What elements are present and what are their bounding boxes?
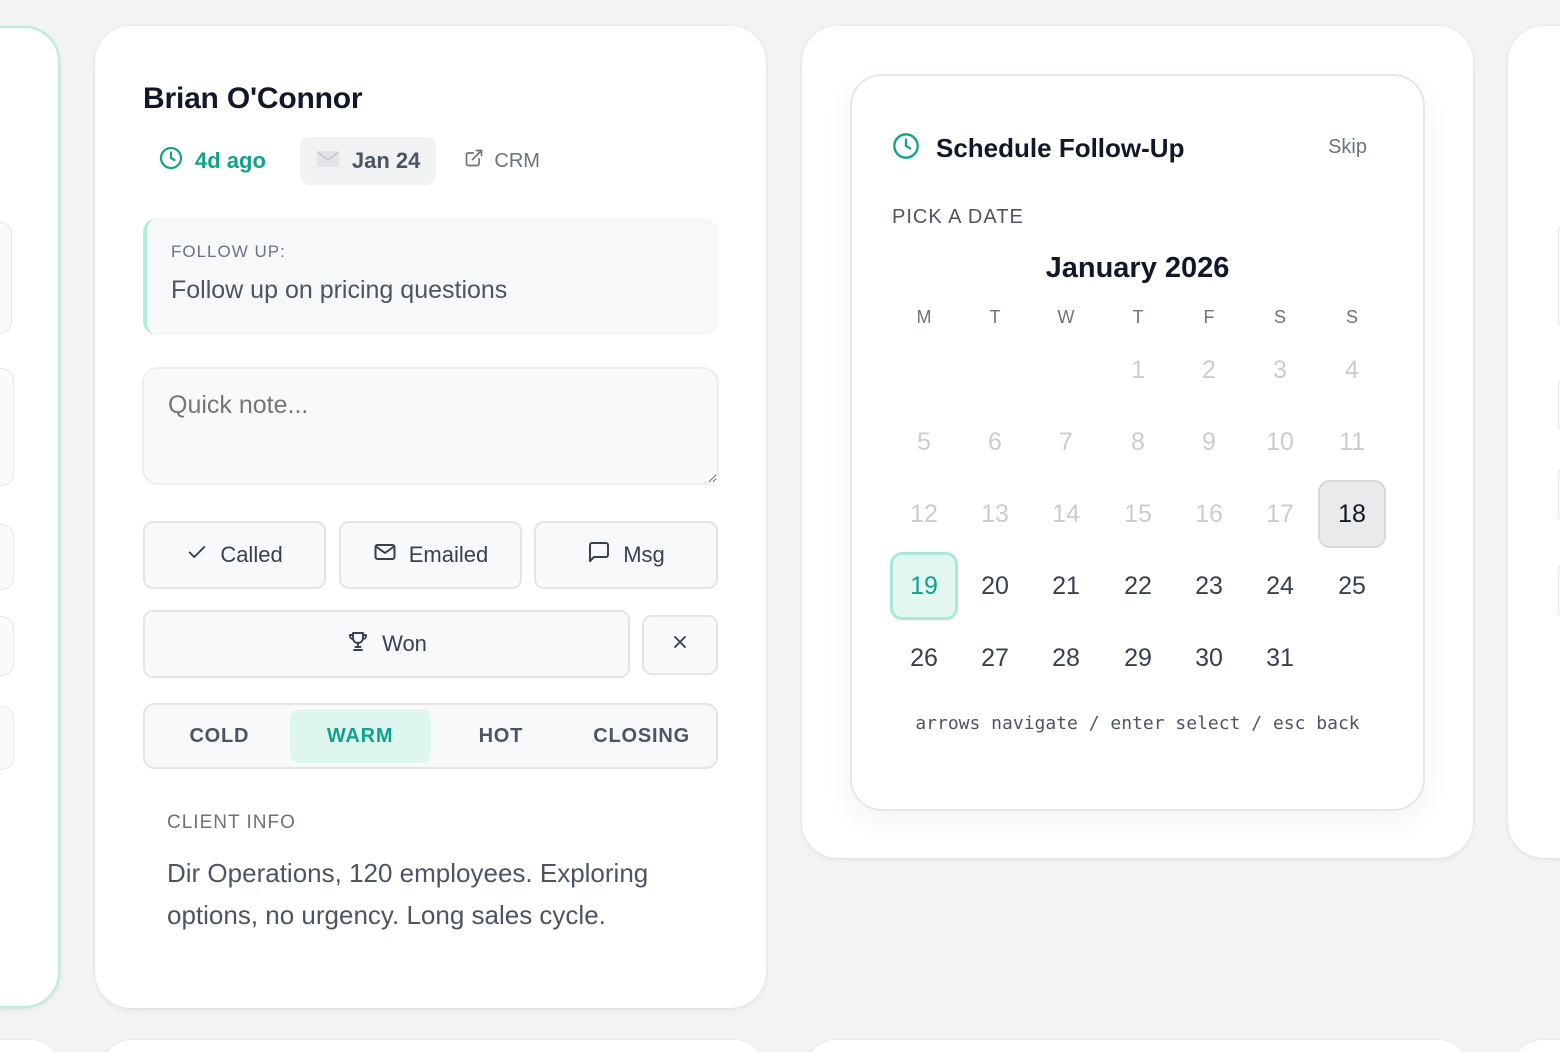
ghost-block <box>0 524 14 590</box>
calendar-day: 16 <box>1195 499 1223 528</box>
msg-button[interactable]: Msg <box>534 521 718 589</box>
calendar-day: 7 <box>1059 427 1073 456</box>
popover-title: Schedule Follow-Up <box>936 133 1185 163</box>
calendar-day[interactable]: 23 <box>1175 552 1243 620</box>
calendar-day: 17 <box>1266 499 1294 528</box>
follow-up-label: FOLLOW UP: <box>171 242 286 261</box>
temperature-option-closing[interactable]: CLOSING <box>571 709 712 763</box>
calendar-day: 13 <box>981 499 1009 528</box>
weekday-header: F <box>1203 307 1215 327</box>
next-row-card <box>806 1040 1468 1052</box>
lost-button[interactable] <box>642 615 718 675</box>
calendar-day: 15 <box>1124 499 1152 528</box>
follow-up-text: Follow up on pricing questions <box>171 276 508 304</box>
adjacent-lead-card-right <box>1508 26 1560 858</box>
called-button-label: Called <box>220 542 283 567</box>
lead-name: Brian O'Connor <box>143 82 363 115</box>
calendar-day[interactable]: 18 <box>1318 480 1386 548</box>
clock-icon <box>892 132 920 165</box>
weekday-header: M <box>916 307 932 327</box>
ghost-block <box>0 706 14 770</box>
calendar-day: 5 <box>917 427 931 456</box>
calendar-day: 3 <box>1273 355 1287 384</box>
ghost-block <box>0 616 14 676</box>
crm-link-label: CRM <box>494 149 540 172</box>
follow-up-box: FOLLOW UP: Follow up on pricing question… <box>143 218 718 335</box>
calendar-day: 8 <box>1131 427 1145 456</box>
adjacent-lead-card-left <box>0 26 60 1008</box>
calendar-day: 6 <box>988 427 1002 456</box>
calendar-day[interactable]: 24 <box>1246 552 1314 620</box>
weekday-header: W <box>1057 307 1075 327</box>
calendar-day: 4 <box>1345 355 1359 384</box>
msg-button-label: Msg <box>623 542 665 567</box>
calendar-day[interactable]: 27 <box>961 624 1029 692</box>
calendar-day[interactable]: 30 <box>1175 624 1243 692</box>
temperature-selector: COLD WARM HOT CLOSING <box>143 703 718 769</box>
last-contact-age-text: 4d ago <box>195 148 266 173</box>
last-email-badge: Jan 24 <box>299 137 437 185</box>
schedule-follow-up-popover: Schedule Follow-Up Skip PICK A DATE Janu… <box>850 74 1425 811</box>
popover-header: Schedule Follow-Up <box>892 132 1184 165</box>
calendar-day: 14 <box>1052 499 1080 528</box>
calendar-day[interactable]: 28 <box>1032 624 1100 692</box>
external-link-icon <box>464 148 484 174</box>
lead-card: Brian O'Connor 4d ago Jan 24 CRM FOLLOW … <box>95 26 766 1008</box>
temperature-option-cold[interactable]: COLD <box>149 709 290 763</box>
pick-date-label: PICK A DATE <box>892 206 1024 228</box>
weekday-header: T <box>1132 307 1144 327</box>
trophy-icon <box>346 629 370 659</box>
last-email-date: Jan 24 <box>351 148 421 173</box>
close-icon <box>670 632 690 658</box>
calendar-day: 1 <box>1131 355 1145 384</box>
quick-note-input[interactable] <box>142 367 719 485</box>
ghost-block <box>0 222 12 334</box>
emailed-button[interactable]: Emailed <box>339 521 522 589</box>
calendar-day: 12 <box>910 499 938 528</box>
called-button[interactable]: Called <box>143 521 326 589</box>
client-info-text: Dir Operations, 120 employees. Exploring… <box>167 858 649 930</box>
mail-icon <box>373 540 397 570</box>
keyboard-hint: arrows navigate / enter select / esc bac… <box>915 713 1360 734</box>
lead-meta: 4d ago Jan 24 CRM <box>143 137 556 185</box>
calendar-day: 9 <box>1202 427 1216 456</box>
message-icon <box>587 540 611 570</box>
client-info-label: CLIENT INFO <box>167 812 296 833</box>
check-icon <box>186 541 208 569</box>
calendar-day: 2 <box>1202 355 1216 384</box>
calendar-day[interactable]: 26 <box>890 624 958 692</box>
month-label: January 2026 <box>1045 252 1230 284</box>
clock-icon <box>159 146 183 176</box>
weekday-header: S <box>1273 307 1286 327</box>
next-row-card <box>0 1040 60 1052</box>
calendar-day[interactable]: 31 <box>1246 624 1314 692</box>
won-button[interactable]: Won <box>143 610 630 678</box>
calendar-day[interactable]: 25 <box>1318 552 1386 620</box>
envelope-icon <box>316 148 340 174</box>
weekday-header: T <box>989 307 1001 327</box>
calendar-day[interactable]: 29 <box>1104 624 1172 692</box>
calendar-day[interactable]: 21 <box>1032 552 1100 620</box>
ghost-block <box>0 368 14 486</box>
calendar-day[interactable]: 22 <box>1104 552 1172 620</box>
calendar-day: 11 <box>1339 427 1365 456</box>
weekday-header: S <box>1345 307 1358 327</box>
emailed-button-label: Emailed <box>408 542 489 567</box>
next-row-card <box>102 1040 764 1052</box>
next-row-card <box>1512 1040 1560 1052</box>
temperature-option-warm[interactable]: WARM <box>289 709 431 763</box>
last-contact-age: 4d ago <box>143 137 282 185</box>
skip-button[interactable]: Skip <box>1328 136 1367 159</box>
calendar-day: 10 <box>1266 427 1294 456</box>
calendar-day[interactable]: 20 <box>961 552 1029 620</box>
temperature-option-hot[interactable]: HOT <box>431 709 572 763</box>
calendar-day[interactable]: 19 <box>890 552 958 620</box>
crm-link[interactable]: CRM <box>448 148 556 174</box>
won-button-label: Won <box>382 631 427 656</box>
